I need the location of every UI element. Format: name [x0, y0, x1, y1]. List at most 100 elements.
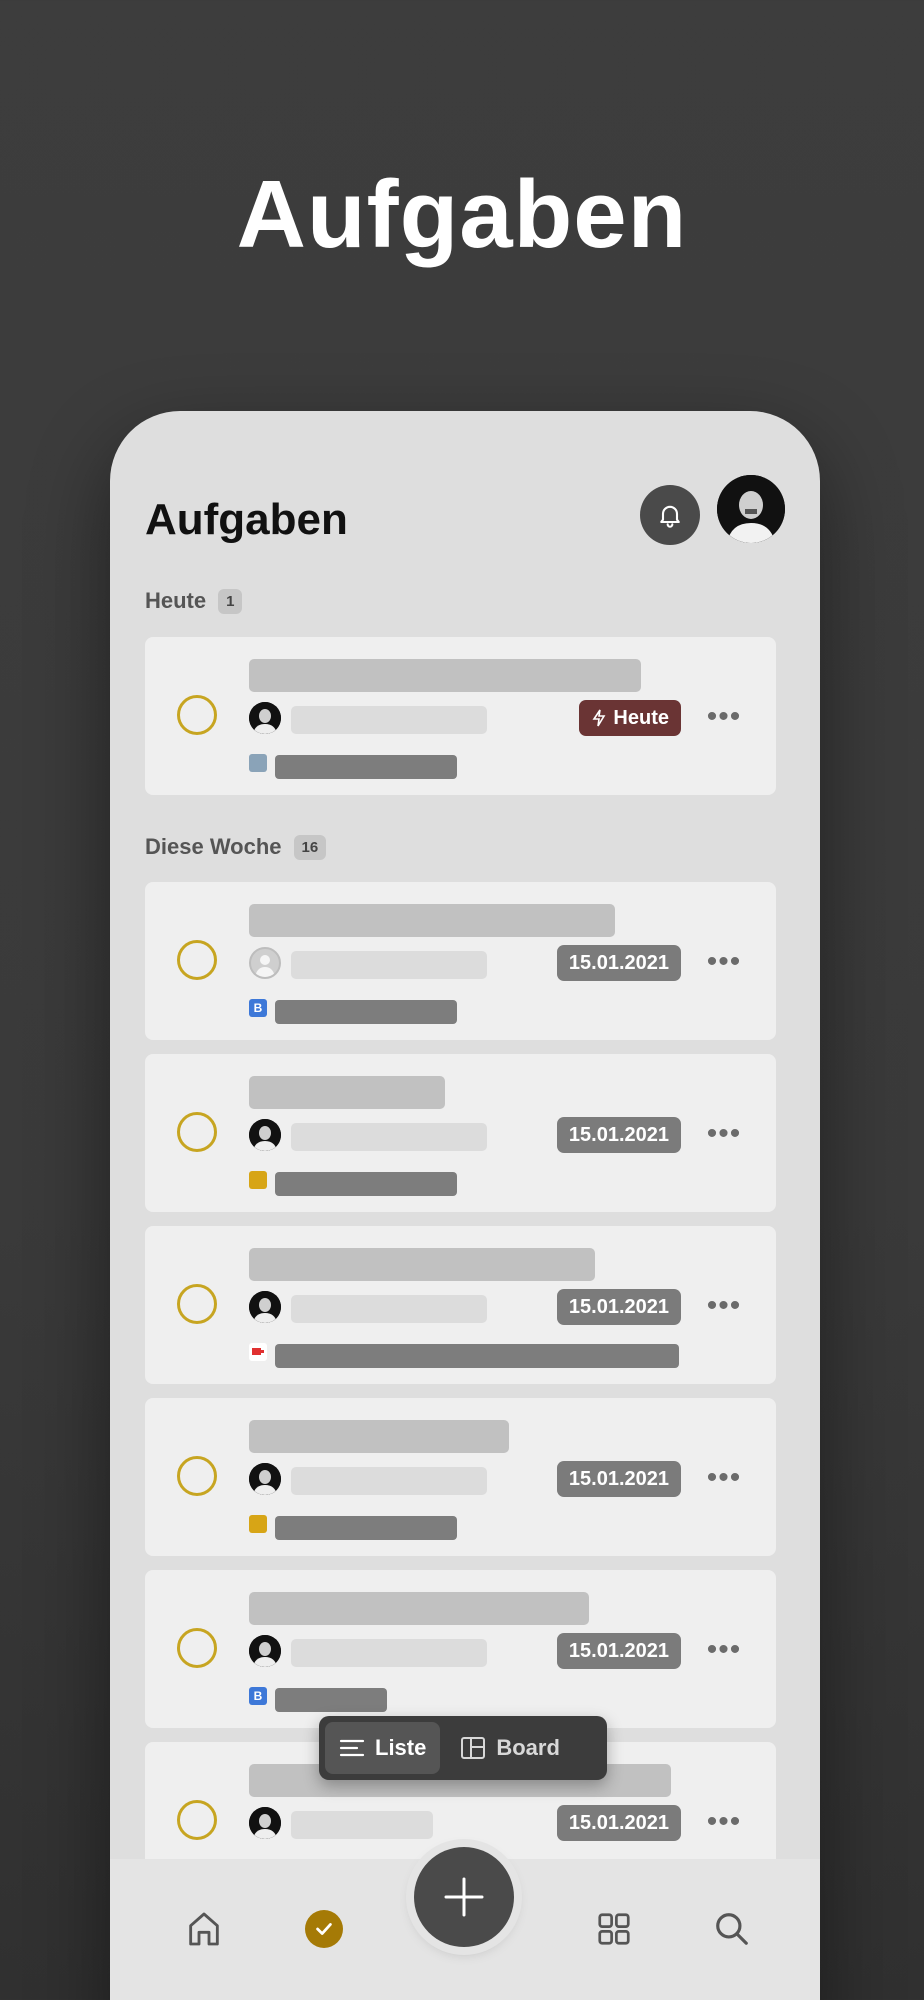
project-name-placeholder [275, 1688, 387, 1712]
more-options-button[interactable]: ••• [704, 947, 744, 977]
task-complete-checkbox[interactable] [177, 1628, 217, 1668]
section-week-label: Diese Woche [145, 834, 282, 859]
assignee-avatar [249, 1119, 281, 1151]
unassigned-avatar [249, 947, 281, 979]
b-letter-icon: B [249, 999, 267, 1017]
task-complete-checkbox[interactable] [177, 1284, 217, 1324]
due-date-badge[interactable]: 15.01.2021 [556, 1805, 681, 1841]
more-options-button[interactable]: ••• [704, 1807, 744, 1837]
assignee-name-placeholder [291, 1467, 487, 1495]
done-check-icon [305, 1910, 343, 1948]
task-title-placeholder [249, 659, 641, 692]
yellow-doc-icon [249, 1515, 267, 1533]
ellipsis-icon: ••• [706, 1633, 742, 1666]
task-complete-checkbox[interactable] [177, 940, 217, 980]
project-name-placeholder [275, 1172, 457, 1196]
task-title-placeholder [249, 1592, 589, 1625]
more-options-button[interactable]: ••• [704, 702, 744, 732]
page-title: Aufgaben [145, 495, 348, 544]
task-card[interactable]: 15.01.2021 ••• [145, 1054, 776, 1212]
hero-title: Aufgaben [236, 161, 688, 268]
ellipsis-icon: ••• [706, 1461, 742, 1494]
view-toggle: Liste Board [319, 1716, 607, 1780]
due-badge-today[interactable]: Heute [579, 700, 681, 736]
ellipsis-icon: ••• [706, 1805, 742, 1838]
yellow-doc-icon [249, 1171, 267, 1189]
section-today-count: 1 [218, 588, 243, 614]
task-card[interactable]: 15.01.2021 ••• B [145, 882, 776, 1040]
photo-thumb-icon [249, 754, 267, 772]
task-complete-checkbox[interactable] [177, 695, 217, 735]
add-icon [444, 1877, 484, 1917]
assignee-avatar [249, 1291, 281, 1323]
task-title-placeholder [249, 1248, 595, 1281]
ellipsis-icon: ••• [706, 1117, 742, 1150]
task-card[interactable]: 15.01.2021 ••• B [145, 1570, 776, 1728]
section-week: Diese Woche 16 [145, 834, 327, 860]
ellipsis-icon: ••• [706, 945, 742, 978]
lightning-icon [592, 709, 606, 727]
task-card[interactable]: 15.01.2021 ••• [145, 1398, 776, 1556]
nav-tasks[interactable] [294, 1899, 354, 1959]
view-toggle-list[interactable]: Liste [325, 1722, 441, 1774]
bell-icon [660, 505, 680, 528]
project-name-placeholder [275, 1344, 679, 1368]
project-name-placeholder [275, 1000, 457, 1024]
assignee-name-placeholder [291, 706, 487, 734]
assignee-name-placeholder [291, 1811, 433, 1839]
assignee-name-placeholder [291, 1639, 487, 1667]
profile-avatar[interactable] [717, 475, 785, 543]
task-title-placeholder [249, 1076, 445, 1109]
add-task-button[interactable] [414, 1847, 514, 1947]
nav-home[interactable] [174, 1899, 234, 1959]
bottom-navigation [110, 1847, 820, 2000]
due-date-badge[interactable]: 15.01.2021 [556, 1461, 681, 1497]
task-complete-checkbox[interactable] [177, 1800, 217, 1840]
assignee-avatar [249, 1807, 281, 1839]
section-today: Heute 1 [145, 588, 243, 614]
assignee-name-placeholder [291, 1295, 487, 1323]
due-badge-label: Heute [613, 707, 669, 729]
red-flag-icon [249, 1343, 267, 1361]
ellipsis-icon: ••• [706, 1289, 742, 1322]
phone-frame: Aufgaben Heute 1 Heute ••• Diese Woche 1… [110, 411, 820, 2000]
section-week-count: 16 [293, 834, 327, 860]
view-toggle-list-label: Liste [375, 1735, 427, 1760]
view-toggle-board-label: Board [496, 1735, 560, 1760]
assignee-avatar [249, 702, 281, 734]
task-title-placeholder [249, 1420, 509, 1453]
due-date-badge[interactable]: 15.01.2021 [556, 1289, 681, 1325]
task-card[interactable]: Heute ••• [145, 637, 776, 795]
more-options-button[interactable]: ••• [704, 1463, 744, 1493]
search-icon [716, 1913, 748, 1945]
assignee-avatar [249, 1635, 281, 1667]
task-complete-checkbox[interactable] [177, 1112, 217, 1152]
due-date-badge[interactable]: 15.01.2021 [556, 1633, 681, 1669]
ellipsis-icon: ••• [706, 700, 742, 733]
nav-apps[interactable] [584, 1899, 644, 1959]
assignee-name-placeholder [291, 951, 487, 979]
assignee-name-placeholder [291, 1123, 487, 1151]
person-photo-icon [717, 475, 785, 543]
task-complete-checkbox[interactable] [177, 1456, 217, 1496]
list-icon [339, 1739, 365, 1757]
task-card[interactable]: 15.01.2021 ••• [145, 1226, 776, 1384]
section-today-label: Heute [145, 588, 207, 613]
board-icon [461, 1737, 486, 1759]
b-letter-icon: B [249, 1687, 267, 1705]
project-name-placeholder [275, 1516, 457, 1540]
more-options-button[interactable]: ••• [704, 1635, 744, 1665]
home-icon [189, 1912, 219, 1946]
due-date-badge[interactable]: 15.01.2021 [556, 945, 681, 981]
grid-icon [598, 1913, 630, 1945]
more-options-button[interactable]: ••• [704, 1291, 744, 1321]
task-title-placeholder [249, 904, 615, 937]
more-options-button[interactable]: ••• [704, 1119, 744, 1149]
nav-search[interactable] [702, 1899, 762, 1959]
assignee-avatar [249, 1463, 281, 1495]
view-toggle-board[interactable]: Board [446, 1722, 574, 1774]
app-header: Aufgaben [145, 475, 785, 551]
due-date-badge[interactable]: 15.01.2021 [556, 1117, 681, 1153]
project-name-placeholder [275, 755, 457, 779]
notifications-button[interactable] [640, 485, 700, 545]
